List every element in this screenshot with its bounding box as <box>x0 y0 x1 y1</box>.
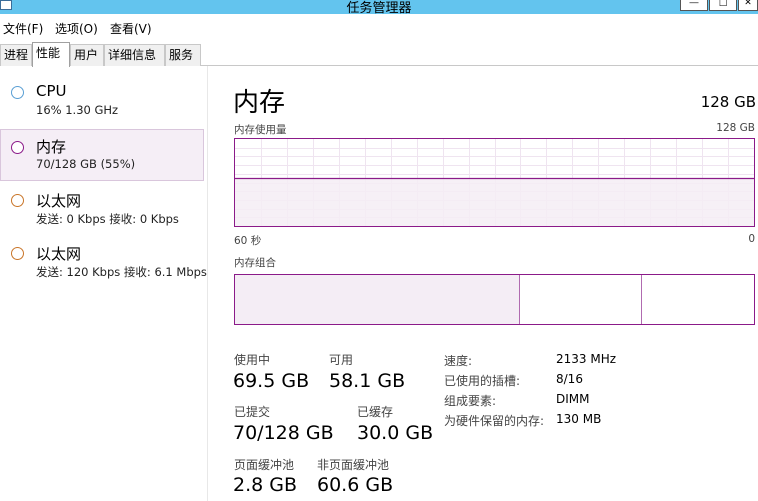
graph-time-end-label: 0 <box>748 233 755 245</box>
sidebar-item-subtitle: 16% 1.30 GHz <box>36 103 119 117</box>
title-bar: 任务管理器 ― □ ✕ <box>0 0 758 16</box>
hardware-reserved-value: 130 MB <box>556 412 602 426</box>
slots-used-label: 已使用的插槽: <box>444 374 521 388</box>
in-use-value: 69.5 GB <box>233 370 310 392</box>
minimize-icon: ― <box>689 0 699 8</box>
ethernet-indicator-icon <box>11 247 24 260</box>
composition-segment-free <box>642 275 754 324</box>
in-use-label: 使用中 <box>234 353 271 367</box>
tab-strip: 进程 性能 用户 详细信息 服务 <box>0 42 758 67</box>
memory-composition-bar <box>234 274 755 325</box>
sidebar-item-ethernet-2[interactable]: 以太网 发送: 120 Kbps 接收: 6.1 Mbps <box>0 227 207 279</box>
memory-indicator-icon <box>11 141 24 154</box>
cached-label: 已缓存 <box>357 405 394 419</box>
close-icon: ✕ <box>744 0 752 8</box>
memory-total: 128 GB <box>700 93 756 111</box>
page-title: 内存 <box>233 88 286 118</box>
speed-value: 2133 MHz <box>556 352 617 366</box>
hardware-reserved-label: 为硬件保留的内存: <box>444 414 545 428</box>
menu-view[interactable]: 查看(V) <box>110 20 152 37</box>
ethernet-indicator-icon <box>11 194 24 207</box>
form-factor-value: DIMM <box>556 392 590 406</box>
cached-value: 30.0 GB <box>357 422 434 444</box>
minimize-button[interactable]: ― <box>680 0 708 11</box>
menu-file[interactable]: 文件(F) <box>3 20 43 37</box>
maximize-button[interactable]: □ <box>709 0 737 11</box>
close-button[interactable]: ✕ <box>738 0 758 11</box>
tab-services[interactable]: 服务 <box>165 44 201 66</box>
cpu-indicator-icon <box>11 86 24 99</box>
usage-area <box>235 178 754 226</box>
committed-label: 已提交 <box>234 405 271 419</box>
paged-pool-value: 2.8 GB <box>233 474 298 496</box>
composition-segment-standby <box>520 275 642 324</box>
tab-performance[interactable]: 性能 <box>32 42 70 67</box>
menu-bar: 文件(F) 选项(O) 查看(V) <box>0 18 758 38</box>
speed-label: 速度: <box>444 354 473 368</box>
sidebar-item-title: 以太网 <box>36 245 82 263</box>
sidebar-item-subtitle: 发送: 120 Kbps 接收: 6.1 Mbps <box>36 265 207 279</box>
form-factor-label: 组成要素: <box>444 394 497 408</box>
sidebar-item-cpu[interactable]: CPU 16% 1.30 GHz <box>0 66 204 118</box>
sidebar-item-subtitle: 70/128 GB (55%) <box>36 157 136 171</box>
available-value: 58.1 GB <box>329 370 406 392</box>
tab-processes[interactable]: 进程 <box>0 44 32 66</box>
available-label: 可用 <box>329 353 354 367</box>
tab-details[interactable]: 详细信息 <box>104 44 165 66</box>
tab-users[interactable]: 用户 <box>70 44 104 66</box>
memory-detail-pane: 内存 128 GB 内存使用量 128 GB 60 秒 0 内存组合 使用中 6… <box>233 66 758 501</box>
window-title: 任务管理器 <box>346 1 412 16</box>
memory-usage-graph <box>234 138 755 227</box>
sidebar-item-subtitle: 发送: 0 Kbps 接收: 0 Kbps <box>36 212 179 226</box>
performance-sidebar: CPU 16% 1.30 GHz 内存 70/128 GB (55%) 以太网 … <box>0 66 208 501</box>
usage-graph-label: 内存使用量 <box>234 124 287 136</box>
nonpaged-pool-value: 60.6 GB <box>317 474 394 496</box>
composition-label: 内存组合 <box>234 257 276 269</box>
sidebar-item-ethernet-1[interactable]: 以太网 发送: 0 Kbps 接收: 0 Kbps <box>0 174 204 226</box>
maximize-icon: □ <box>718 0 728 8</box>
sidebar-item-title: CPU <box>36 82 67 100</box>
sidebar-item-title: 内存 <box>36 138 67 156</box>
paged-pool-label: 页面缓冲池 <box>234 458 295 472</box>
sidebar-item-title: 以太网 <box>36 192 82 210</box>
committed-value: 70/128 GB <box>233 422 334 444</box>
slots-used-value: 8/16 <box>556 372 583 386</box>
composition-segment-in-use <box>235 275 520 324</box>
nonpaged-pool-label: 非页面缓冲池 <box>317 458 390 472</box>
menu-options[interactable]: 选项(O) <box>55 20 98 37</box>
memory-usage-plot <box>235 139 754 226</box>
graph-time-start-label: 60 秒 <box>234 235 262 247</box>
usage-graph-max-label: 128 GB <box>716 122 755 134</box>
